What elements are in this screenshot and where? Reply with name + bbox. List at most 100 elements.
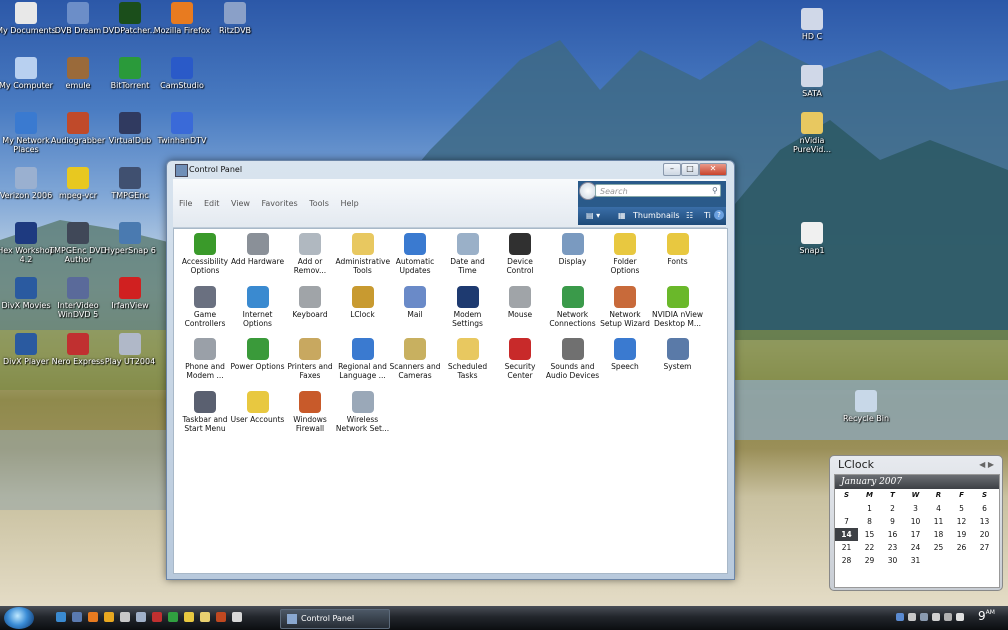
calendar-day[interactable]: 15 [858,528,881,541]
help-icon[interactable]: ? [714,210,724,220]
folder-icon[interactable] [184,612,194,622]
tray-icon[interactable] [908,613,916,621]
cp-item[interactable]: Add Hardware [231,233,285,266]
cp-item[interactable]: Keyboard [283,285,337,319]
desktop-icon[interactable]: Audiograbber [48,112,108,145]
explorer-icon[interactable] [120,612,130,622]
cp-item[interactable]: Modem Settings [441,285,495,328]
cp-item[interactable]: Display [546,233,600,266]
firefox-icon[interactable] [88,612,98,622]
settings-icon[interactable] [136,612,146,622]
cp-item[interactable]: Wireless Network Set... [336,390,390,433]
desktop-icon[interactable]: HD C [782,8,842,41]
desktop-icon[interactable]: Nero Express [48,333,108,366]
desktop-icon[interactable]: TwinhanDTV [152,112,212,145]
app2-icon[interactable] [168,612,178,622]
calendar-day[interactable]: 25 [927,541,950,554]
cp-item[interactable]: Mouse [493,285,547,319]
calendar-day[interactable]: 21 [835,541,858,554]
tray-icon[interactable] [896,613,904,621]
desktop-icon[interactable]: CamStudio [152,57,212,90]
close-button[interactable]: ✕ [699,163,727,176]
calendar-day[interactable]: 26 [950,541,973,554]
cp-item[interactable]: NVIDIA nView Desktop M... [651,285,705,328]
calendar-day[interactable] [835,502,858,515]
cp-item[interactable]: Administrative Tools [336,233,390,275]
control-panel-window[interactable]: Control Panel – □ ✕ File Edit View Favor… [166,160,735,580]
app-icon[interactable] [152,612,162,622]
cp-item[interactable]: Internet Options [231,285,285,328]
cp-item[interactable]: Speech [598,338,652,371]
cp-item[interactable]: LClock [336,285,390,319]
cp-item[interactable]: Scheduled Tasks [441,338,495,380]
speaker-icon[interactable] [956,613,964,621]
cp-item[interactable]: Taskbar and Start Menu [178,390,232,433]
menu-tools[interactable]: Tools [309,199,329,208]
calendar-day[interactable]: 6 [973,502,996,515]
cp-item[interactable]: Game Controllers [178,285,232,328]
calendar-day[interactable] [973,554,996,567]
cp-item[interactable]: Accessibility Options [178,233,232,275]
cp-item[interactable]: Printers and Faxes [283,338,337,380]
view-thumbnails[interactable]: Thumbnails [633,207,679,225]
calendar-day[interactable]: 1 [858,502,881,515]
desktop-icon[interactable]: DVB Dream [48,2,108,35]
desktop-icon[interactable]: DVDPatcher... [100,2,160,35]
tray-icon[interactable] [944,613,952,621]
notes-icon[interactable] [200,612,210,622]
desktop-icon[interactable]: InterVideo WinDVD 5 [48,277,108,319]
calendar-day[interactable]: 27 [973,541,996,554]
calendar-day[interactable]: 11 [927,515,950,528]
calendar-day[interactable]: 24 [904,541,927,554]
calendar-nav-icon[interactable]: ◀ ▶ [979,460,994,469]
calendar-day[interactable]: 13 [973,515,996,528]
calendar-day[interactable]: 22 [858,541,881,554]
views-icon[interactable]: ▤ ▾ [586,207,600,225]
menu-favorites[interactable]: Favorites [262,199,298,208]
desktop-icon[interactable]: nVidia PureVid... [782,112,842,154]
calendar-day[interactable] [950,554,973,567]
cp-item[interactable]: Date and Time [441,233,495,275]
cp-item[interactable]: System [651,338,705,371]
menu-view[interactable]: View [231,199,250,208]
calendar-day[interactable]: 30 [881,554,904,567]
ie-icon[interactable] [56,612,66,622]
cp-item[interactable]: Security Center [493,338,547,380]
desktop-icon[interactable]: TMPGEnc DVD Author [48,222,108,264]
media-icon[interactable] [104,612,114,622]
cp-item[interactable]: Power Options [231,338,285,371]
cp-item[interactable]: Scanners and Cameras [388,338,442,380]
show-desktop-icon[interactable] [72,612,82,622]
calendar-day[interactable]: 5 [950,502,973,515]
tray-icon[interactable] [932,613,940,621]
desktop-icon[interactable]: Play UT2004 [100,333,160,366]
cp-item[interactable]: Fonts [651,233,705,266]
calendar-day[interactable]: 17 [904,528,927,541]
desktop-icon[interactable]: SATA [782,65,842,98]
menu-file[interactable]: File [179,199,192,208]
cp-item[interactable]: Sounds and Audio Devices [546,338,600,380]
menu-edit[interactable]: Edit [204,199,220,208]
maximize-button[interactable]: □ [681,163,699,176]
calendar-day[interactable]: 19 [950,528,973,541]
view-extra[interactable]: Ti [704,207,711,225]
desktop-icon[interactable]: HyperSnap 6 [100,222,160,255]
calendar-day[interactable]: 18 [927,528,950,541]
calendar-day[interactable]: 3 [904,502,927,515]
window-icon[interactable] [232,612,242,622]
cp-item[interactable]: Regional and Language ... [336,338,390,380]
taskbar-control-panel[interactable]: Control Panel [280,609,390,629]
calendar-day[interactable]: 8 [858,515,881,528]
menu-help[interactable]: Help [340,199,358,208]
search-icon[interactable]: ⚲ [712,186,718,195]
minimize-button[interactable]: – [663,163,681,176]
desktop-icon[interactable]: Mozilla Firefox [152,2,212,35]
cp-item[interactable]: Windows Firewall [283,390,337,433]
cp-item[interactable]: Phone and Modem ... [178,338,232,380]
calendar-day[interactable]: 9 [881,515,904,528]
desktop-icon[interactable]: BitTorrent [100,57,160,90]
cp-item[interactable]: Network Connections [546,285,600,328]
desktop-icon[interactable]: mpeg-vcr [48,167,108,200]
app3-icon[interactable] [216,612,226,622]
desktop-icon[interactable]: TMPGEnc [100,167,160,200]
